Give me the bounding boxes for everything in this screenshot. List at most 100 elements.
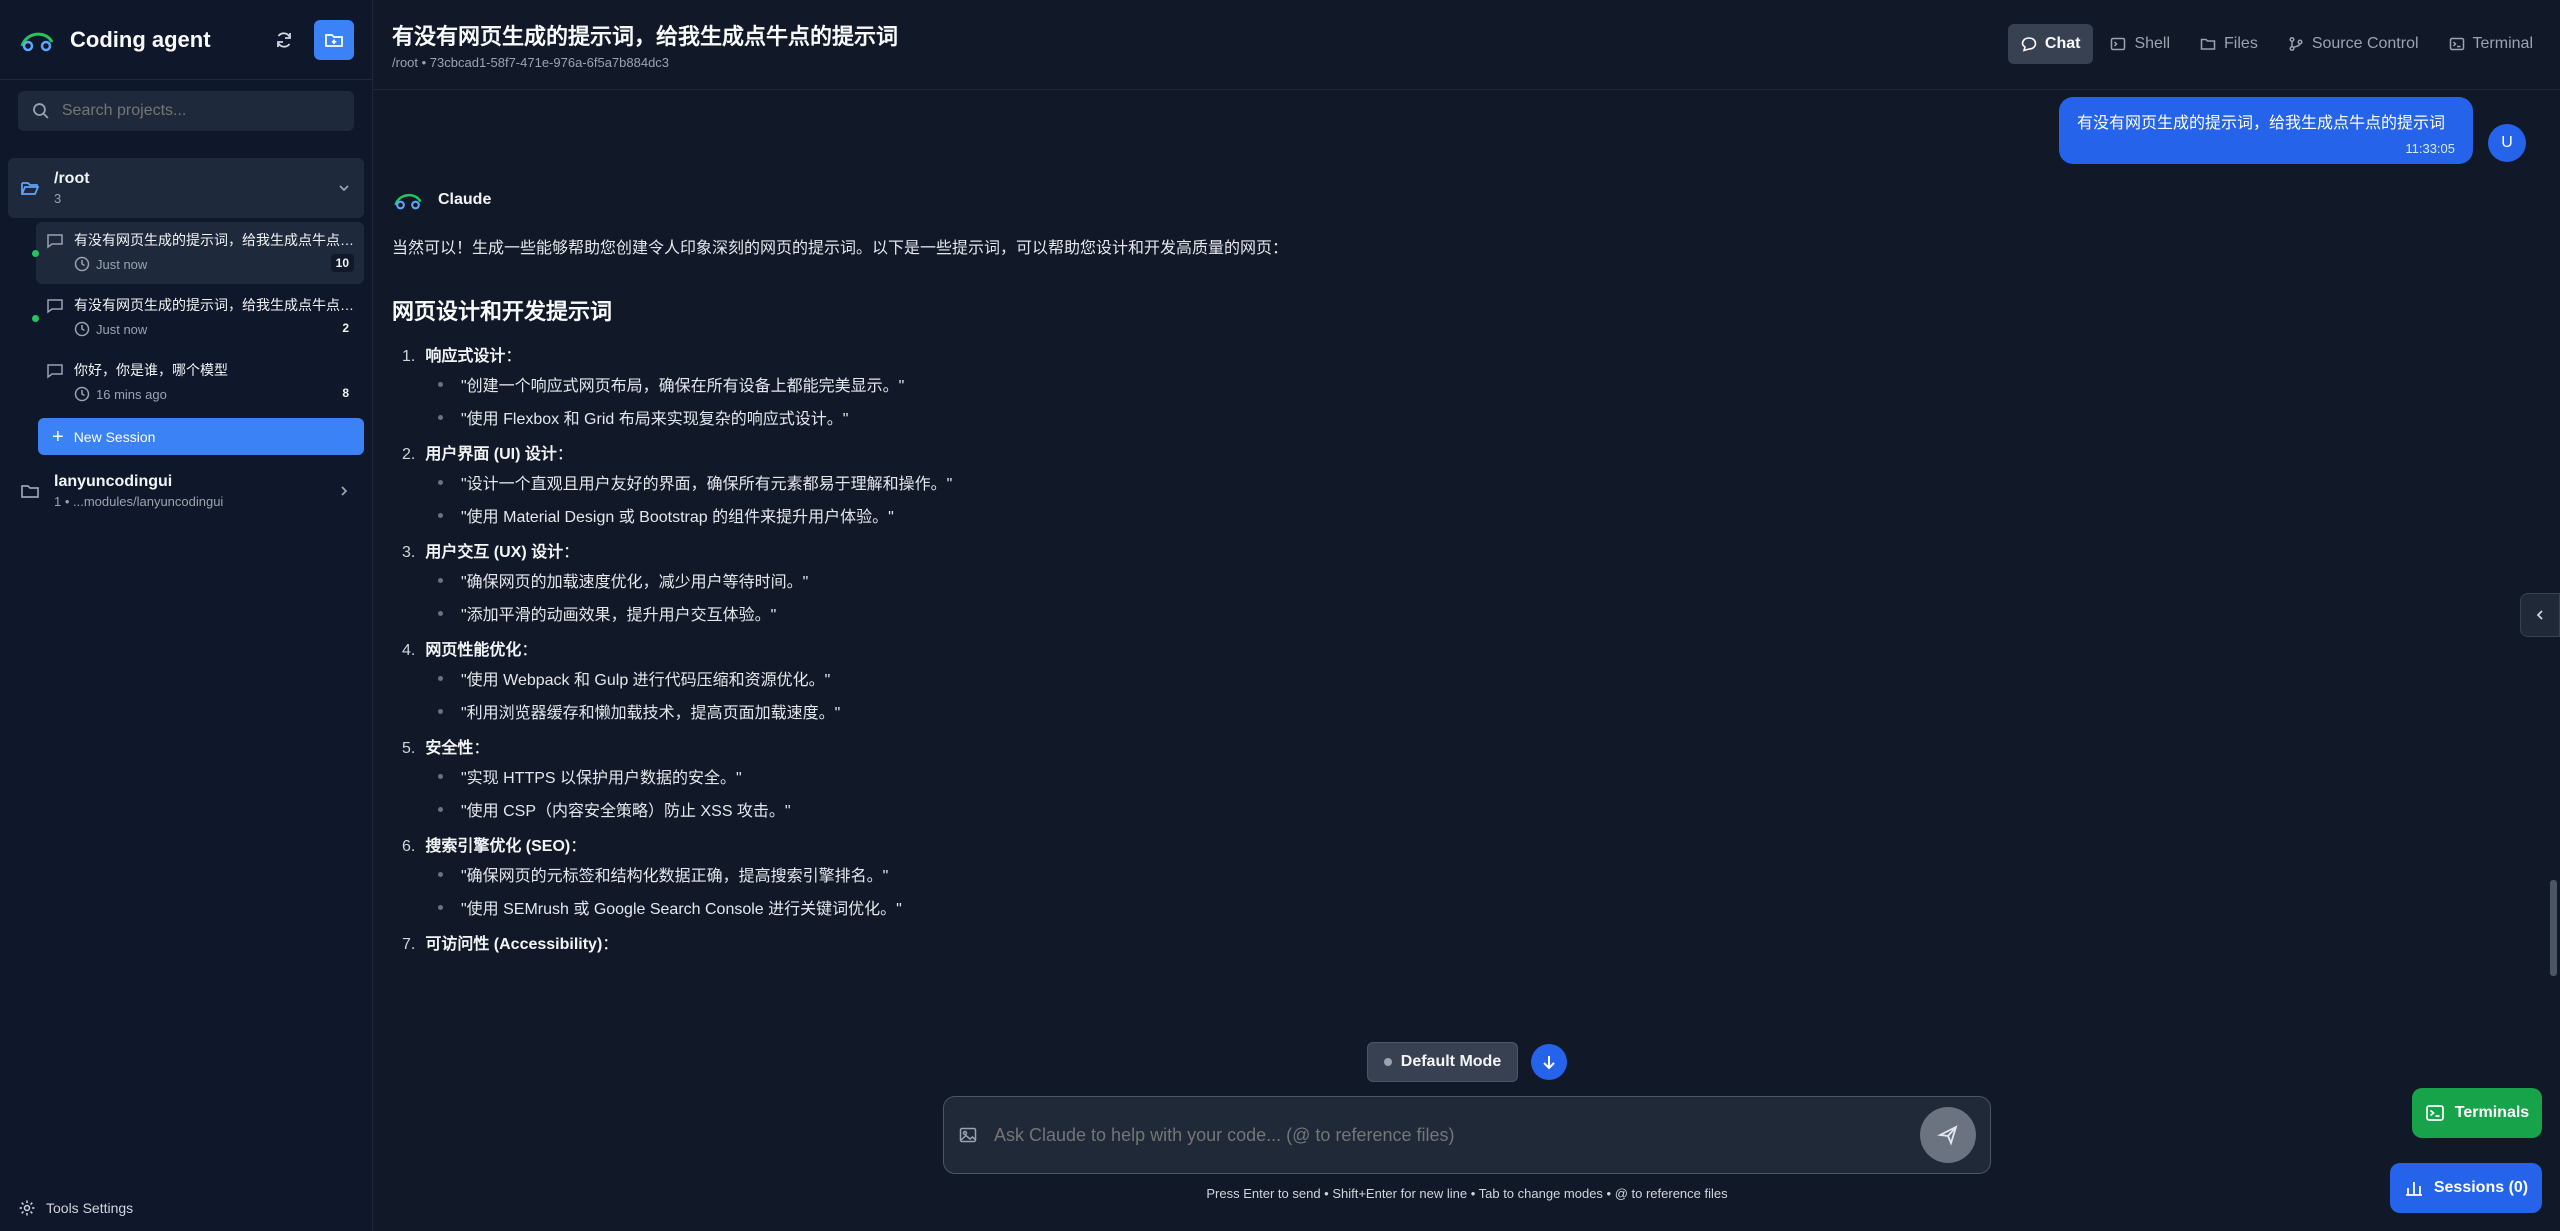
- active-status-dot: [32, 315, 39, 322]
- message-count-badge: 8: [337, 384, 354, 402]
- assistant-logo-icon: [394, 193, 422, 210]
- panel-toggle-button[interactable]: [2520, 593, 2560, 637]
- scroll-to-bottom-button[interactable]: [1531, 1044, 1567, 1080]
- bullet-text: "使用 Material Design 或 Bootstrap 的组件来提升用户…: [461, 509, 894, 526]
- list-item-title: 4. 网页性能优化：: [392, 636, 2512, 659]
- session-item[interactable]: 你好，你是谁，哪个模型 16 mins ago 8: [36, 352, 364, 414]
- mode-toggle-button[interactable]: Default Mode: [1367, 1042, 1518, 1082]
- terminals-button[interactable]: Terminals: [2412, 1088, 2542, 1138]
- tab-chat[interactable]: Chat: [2007, 24, 2094, 64]
- list-item-heading: 搜索引擎优化 (SEO): [425, 838, 571, 855]
- sessions-button[interactable]: Sessions (0): [2390, 1163, 2542, 1213]
- bullet-list: "使用 Webpack 和 Gulp 进行代码压缩和资源优化。" "利用浏览器缓存…: [392, 668, 2512, 722]
- list-item-colon: ：: [563, 544, 580, 561]
- session-item[interactable]: 有没有网页生成的提示词，给我生成点牛点的提示词 Just now 10: [32, 222, 364, 284]
- tab-shell[interactable]: Shell: [2097, 24, 2183, 64]
- bullet-item: "使用 Flexbox 和 Grid 布局来实现复杂的响应式设计。": [438, 407, 2512, 428]
- sidebar-header: Coding agent: [0, 0, 372, 80]
- message-input[interactable]: [994, 1124, 1920, 1146]
- tab-terminal[interactable]: Terminal: [2436, 24, 2546, 64]
- list-item-colon: ：: [556, 446, 573, 463]
- send-button[interactable]: [1920, 1107, 1976, 1163]
- message-count-badge: 2: [337, 319, 354, 337]
- bullet-list: "创建一个响应式网页布局，确保在所有设备上都能完美显示。" "使用 Flexbox…: [392, 374, 2512, 428]
- project-item-lanyuncodingui[interactable]: lanyuncodingui 1 • ...modules/lanyuncodi…: [8, 466, 364, 516]
- assistant-heading: 网页设计和开发提示词: [392, 299, 613, 324]
- sessions-label: Sessions (0): [2433, 1179, 2529, 1196]
- chat-subtitle: /root • 73cbcad1-58f7-471e-976a-6f5a7b88…: [392, 55, 670, 70]
- list-item-number: 3.: [402, 544, 416, 561]
- list-item-number: 1.: [402, 348, 416, 365]
- list-item-colon: ：: [570, 838, 587, 855]
- clock-icon: [74, 256, 90, 272]
- tab-source-control[interactable]: Source Control: [2275, 24, 2432, 64]
- chat-title: 有没有网页生成的提示词，给我生成点牛点的提示词: [392, 24, 899, 49]
- user-message-bubble: 有没有网页生成的提示词，给我生成点牛点的提示词 11:33:05: [2059, 97, 2473, 164]
- list-item: 2. 用户界面 (UI) 设计： "设计一个直观且用户友好的界面，确保所有元素都易于…: [392, 440, 2512, 526]
- folder-icon: [21, 485, 39, 498]
- tools-settings-button[interactable]: Tools Settings: [18, 1199, 133, 1217]
- list-item-title: 5. 安全性：: [392, 734, 2512, 757]
- session-time: 16 mins ago: [96, 386, 167, 402]
- chat-icon: [2021, 37, 2037, 52]
- new-session-button[interactable]: + New Session: [38, 418, 364, 455]
- bullet-text: "设计一个直观且用户友好的界面，确保所有元素都易于理解和操作。": [461, 476, 953, 493]
- project-name: /root: [54, 170, 90, 187]
- project-path: 1 • ...modules/lanyuncodingui: [54, 494, 224, 509]
- chat-header: 有没有网页生成的提示词，给我生成点牛点的提示词 /root • 73cbcad1…: [374, 0, 2560, 90]
- list-item-number: 7.: [402, 936, 416, 953]
- session-time: Just now: [96, 321, 148, 337]
- tab-label: Source Control: [2311, 35, 2419, 52]
- list-item-title: 7. 可访问性 (Accessibility)：: [392, 930, 2512, 953]
- bullet-item: "使用 Webpack 和 Gulp 进行代码压缩和资源优化。": [438, 668, 2512, 689]
- avatar: U: [2488, 124, 2526, 162]
- clock-icon: [74, 321, 90, 337]
- list-item-heading: 响应式设计: [425, 348, 506, 365]
- session-title: 你好，你是谁，哪个模型: [74, 362, 228, 378]
- mode-dot: [1383, 1058, 1392, 1066]
- bullet-item: "实现 HTTPS 以保护用户数据的安全。": [438, 766, 2512, 787]
- bullet-item: "添加平滑的动画效果，提升用户交互体验。": [438, 603, 2512, 624]
- sidebar: Coding agent /root 3 有没有网页生成的提示词，给我生成点牛点…: [0, 0, 373, 1231]
- chevron-left-icon: [2536, 610, 2543, 620]
- bullet-text: "使用 Flexbox 和 Grid 布局来实现复杂的响应式设计。": [461, 411, 849, 428]
- search-icon: [33, 103, 49, 119]
- active-status-dot: [32, 250, 39, 257]
- image-attach-icon[interactable]: [958, 1125, 978, 1145]
- bullet-text: "利用浏览器缓存和懒加载技术，提高页面加载速度。": [461, 705, 841, 722]
- mode-label: Default Mode: [1400, 1053, 1502, 1070]
- app-logo-icon: [20, 32, 54, 51]
- chat-scrollbar[interactable]: [2546, 90, 2560, 1016]
- refresh-button[interactable]: [264, 20, 304, 60]
- bullet-text: "添加平滑的动画效果，提升用户交互体验。": [461, 607, 777, 624]
- session-item[interactable]: 有没有网页生成的提示词，给我生成点牛点的提示词 Just now 2: [32, 287, 364, 349]
- user-message-time: 11:33:05: [2405, 141, 2455, 156]
- scrollbar-thumb[interactable]: [2550, 880, 2557, 976]
- project-search[interactable]: [18, 91, 354, 131]
- list-item-title: 1. 响应式设计：: [392, 342, 2512, 365]
- session-title: 有没有网页生成的提示词，给我生成点牛点的提示词: [74, 232, 354, 248]
- terminals-label: Terminals: [2454, 1104, 2530, 1121]
- new-session-label: New Session: [73, 428, 156, 445]
- tab-files[interactable]: Files: [2187, 24, 2271, 64]
- search-input[interactable]: [61, 102, 340, 120]
- bullet-item: "创建一个响应式网页布局，确保在所有设备上都能完美显示。": [438, 374, 2512, 395]
- list-item-number: 6.: [402, 838, 416, 855]
- bullet-text: "使用 Webpack 和 Gulp 进行代码压缩和资源优化。": [461, 672, 831, 689]
- clock-icon: [74, 386, 90, 402]
- list-item-number: 4.: [402, 642, 416, 659]
- chevron-down-icon: [339, 185, 349, 192]
- terminal-icon: [2425, 1105, 2444, 1121]
- bullet-item: "使用 Material Design 或 Bootstrap 的组件来提升用户…: [438, 505, 2512, 526]
- tab-label: Chat: [2044, 35, 2081, 52]
- list-item: 6. 搜索引擎优化 (SEO)： "确保网页的元标签和结构化数据正确，提高搜索引擎排…: [392, 832, 2512, 918]
- tab-label: Terminal: [2472, 35, 2533, 52]
- project-session-count: 3: [54, 191, 62, 206]
- list-item-heading: 可访问性 (Accessibility): [425, 936, 603, 953]
- project-item-root[interactable]: /root 3: [8, 158, 364, 218]
- bullet-text: "确保网页的加载速度优化，减少用户等待时间。": [461, 574, 809, 591]
- folder-icon: [2200, 38, 2216, 50]
- list-item-number: 2.: [402, 446, 416, 463]
- list-item-title: 6. 搜索引擎优化 (SEO)：: [392, 832, 2512, 855]
- new-project-button[interactable]: [314, 19, 354, 60]
